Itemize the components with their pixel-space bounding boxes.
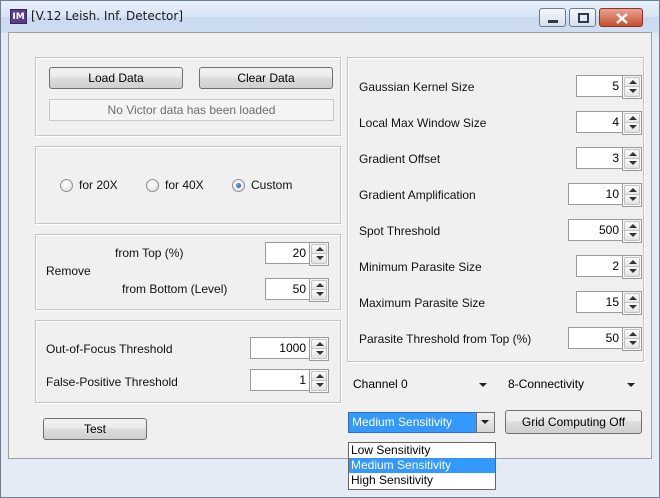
close-icon: [600, 9, 642, 26]
grid-computing-button[interactable]: Grid Computing Off: [505, 410, 642, 434]
connectivity-value: 8-Connectivity: [508, 377, 585, 391]
param-label: Minimum Parasite Size: [359, 260, 482, 274]
close-button[interactable]: [599, 8, 643, 27]
param-label: Parasite Threshold from Top (%): [359, 332, 532, 346]
spin-down-icon[interactable]: [624, 230, 640, 241]
radio-custom[interactable]: [232, 179, 245, 192]
spin-down-icon[interactable]: [624, 302, 640, 313]
sensitivity-option-low[interactable]: Low Sensitivity: [349, 443, 495, 458]
param-value[interactable]: 3: [576, 147, 624, 169]
param-label: Gradient Amplification: [359, 188, 476, 202]
fp-threshold-value[interactable]: 1: [250, 369, 311, 391]
fp-threshold-arrows[interactable]: [309, 369, 329, 393]
test-button[interactable]: Test: [43, 418, 147, 440]
radio-custom-label[interactable]: Custom: [251, 178, 292, 192]
channel-select[interactable]: Channel 0: [348, 373, 495, 395]
remove-bottom-spinner[interactable]: 50: [265, 278, 329, 302]
clear-data-button[interactable]: Clear Data: [199, 67, 333, 89]
oof-threshold-label: Out-of-Focus Threshold: [46, 342, 173, 356]
spin-down-icon[interactable]: [311, 348, 327, 359]
maximize-button[interactable]: [569, 8, 596, 27]
param-spinner[interactable]: 15: [576, 291, 642, 315]
param-arrows[interactable]: [622, 147, 642, 171]
remove-label: Remove: [46, 264, 91, 278]
param-arrows[interactable]: [622, 291, 642, 315]
oof-threshold-spinner[interactable]: 1000: [250, 337, 329, 361]
sensitivity-option-high[interactable]: High Sensitivity: [349, 473, 495, 488]
minimize-button[interactable]: [539, 8, 566, 27]
minimize-icon: [540, 9, 565, 26]
sensitivity-dropdown: Low Sensitivity Medium Sensitivity High …: [348, 442, 496, 490]
radio-20x-label[interactable]: for 20X: [79, 178, 118, 192]
client-area: Load Data Clear Data No Victor data has …: [8, 32, 652, 490]
spin-down-icon[interactable]: [311, 380, 327, 391]
param-spinner[interactable]: 50: [568, 327, 642, 351]
spin-down-icon[interactable]: [624, 86, 640, 97]
spin-down-icon[interactable]: [624, 122, 640, 133]
chevron-down-icon: [479, 383, 487, 387]
remove-bottom-arrows[interactable]: [309, 278, 329, 302]
param-label: Gradient Offset: [359, 152, 441, 166]
maximize-icon: [570, 9, 595, 26]
sensitivity-value[interactable]: Medium Sensitivity: [348, 412, 478, 433]
param-arrows[interactable]: [622, 219, 642, 243]
param-value[interactable]: 4: [576, 111, 624, 133]
remove-bottom-value[interactable]: 50: [265, 278, 311, 300]
remove-top-spinner[interactable]: 20: [265, 242, 329, 266]
remove-top-arrows[interactable]: [309, 242, 329, 266]
remove-top-value[interactable]: 20: [265, 242, 311, 264]
radio-40x-label[interactable]: for 40X: [165, 178, 204, 192]
param-spinner[interactable]: 2: [576, 255, 642, 279]
param-arrows[interactable]: [622, 183, 642, 207]
window-title: [V.12 Leish. Inf. Detector]: [31, 9, 184, 23]
oof-threshold-value[interactable]: 1000: [250, 337, 311, 359]
sensitivity-option-medium[interactable]: Medium Sensitivity: [349, 458, 495, 473]
fp-threshold-label: False-Positive Threshold: [46, 375, 178, 389]
spin-down-icon[interactable]: [624, 338, 640, 349]
channel-value: Channel 0: [353, 377, 408, 391]
param-value[interactable]: 500: [568, 219, 624, 241]
param-value[interactable]: 2: [576, 255, 624, 277]
param-spinner[interactable]: 3: [576, 147, 642, 171]
chevron-down-icon: [627, 383, 635, 387]
radio-20x[interactable]: [60, 179, 73, 192]
spin-down-icon[interactable]: [624, 158, 640, 169]
spin-down-icon[interactable]: [624, 266, 640, 277]
param-value[interactable]: 10: [568, 183, 624, 205]
param-spinner[interactable]: 5: [576, 75, 642, 99]
param-label: Gaussian Kernel Size: [359, 80, 475, 94]
param-label: Maximum Parasite Size: [359, 296, 486, 310]
param-value[interactable]: 15: [576, 291, 624, 313]
connectivity-select[interactable]: 8-Connectivity: [503, 373, 643, 395]
spin-down-icon[interactable]: [624, 194, 640, 205]
param-value[interactable]: 50: [568, 327, 624, 349]
sensitivity-select[interactable]: Medium Sensitivity: [348, 412, 495, 433]
parameters-group: [347, 57, 644, 362]
chevron-down-icon[interactable]: [476, 412, 495, 433]
param-spinner[interactable]: 500: [568, 219, 642, 243]
param-spinner[interactable]: 10: [568, 183, 642, 207]
title-bar[interactable]: IM [V.12 Leish. Inf. Detector]: [1, 1, 659, 33]
param-label: Spot Threshold: [359, 224, 441, 238]
spin-down-icon[interactable]: [311, 289, 327, 300]
app-icon: IM: [10, 9, 27, 24]
param-spinner[interactable]: 4: [576, 111, 642, 135]
load-data-button[interactable]: Load Data: [49, 67, 183, 89]
spin-down-icon[interactable]: [311, 253, 327, 264]
param-value[interactable]: 5: [576, 75, 624, 97]
param-arrows[interactable]: [622, 111, 642, 135]
param-label: Local Max Window Size: [359, 116, 487, 130]
param-arrows[interactable]: [622, 327, 642, 351]
param-arrows[interactable]: [622, 75, 642, 99]
param-arrows[interactable]: [622, 255, 642, 279]
remove-bottom-label: from Bottom (Level): [122, 282, 228, 296]
remove-top-label: from Top (%): [115, 246, 184, 260]
fp-threshold-spinner[interactable]: 1: [250, 369, 329, 393]
oof-threshold-arrows[interactable]: [309, 337, 329, 361]
data-status-field: No Victor data has been loaded: [49, 99, 334, 121]
radio-40x[interactable]: [146, 179, 159, 192]
